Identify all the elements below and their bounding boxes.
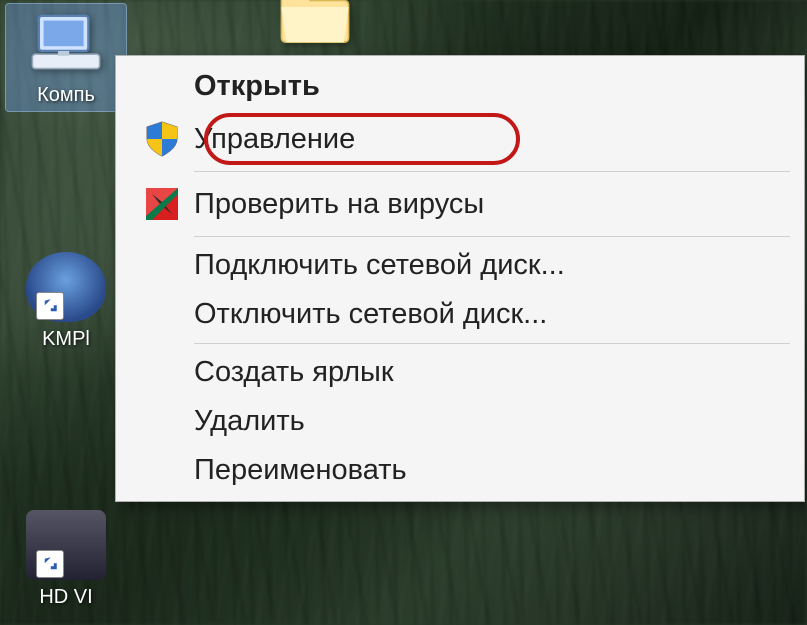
menu-item-open[interactable]: Открыть <box>120 62 800 111</box>
desktop-icon-folder[interactable] <box>255 0 375 56</box>
hd-video-icon <box>26 510 106 580</box>
menu-item-label: Управление <box>194 123 782 156</box>
uac-shield-icon <box>130 119 194 159</box>
desktop-icon-computer[interactable]: Компь <box>6 4 126 111</box>
menu-item-rename[interactable]: Переименовать <box>120 446 800 495</box>
menu-item-scan-viruses[interactable]: Проверить на вирусы <box>120 176 800 232</box>
menu-item-label: Переименовать <box>194 454 782 487</box>
menu-item-label: Отключить сетевой диск... <box>194 298 782 331</box>
menu-divider <box>194 171 790 172</box>
desktop-icon-hdvideo[interactable]: HD VI <box>6 510 126 609</box>
menu-item-label: Открыть <box>194 70 782 103</box>
menu-item-label: Создать ярлык <box>194 356 782 389</box>
menu-item-label: Подключить сетевой диск... <box>194 249 782 282</box>
shortcut-arrow-icon <box>36 292 64 320</box>
shortcut-arrow-icon <box>36 550 64 578</box>
menu-divider <box>194 343 790 344</box>
desktop-icon-label: HD VI <box>6 586 126 609</box>
desktop-icon-kmplayer[interactable]: KMPl <box>6 252 126 351</box>
menu-item-map-network-drive[interactable]: Подключить сетевой диск... <box>120 241 800 290</box>
menu-item-label: Удалить <box>194 405 782 438</box>
desktop-icon-label: KMPl <box>6 328 126 351</box>
computer-icon <box>26 8 106 78</box>
desktop-icon-label: Компь <box>6 84 126 107</box>
context-menu: Открыть Управление Проверить на вирусы <box>115 55 805 502</box>
menu-divider <box>194 236 790 237</box>
menu-item-manage[interactable]: Управление <box>120 111 800 167</box>
folder-icon <box>275 0 355 50</box>
menu-item-delete[interactable]: Удалить <box>120 397 800 446</box>
menu-item-create-shortcut[interactable]: Создать ярлык <box>120 348 800 397</box>
kmplayer-icon <box>26 252 106 322</box>
menu-item-label: Проверить на вирусы <box>194 188 782 221</box>
kaspersky-icon <box>130 184 194 224</box>
menu-item-disconnect-network-drive[interactable]: Отключить сетевой диск... <box>120 290 800 339</box>
